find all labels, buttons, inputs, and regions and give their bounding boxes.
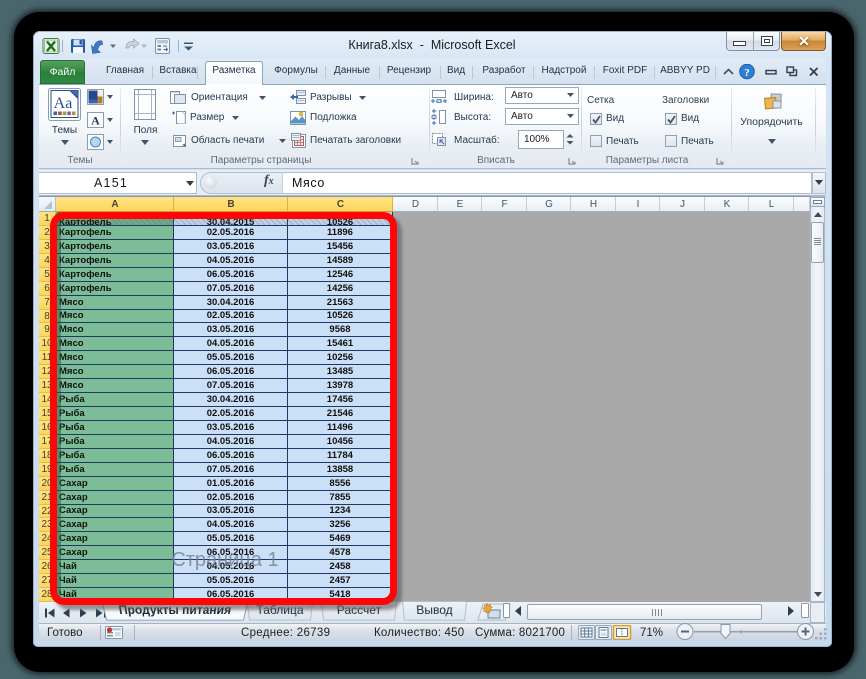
svg-text:А: А: [91, 114, 100, 128]
svg-text:Aa: Aa: [54, 95, 73, 112]
svg-text:?: ?: [744, 67, 750, 79]
